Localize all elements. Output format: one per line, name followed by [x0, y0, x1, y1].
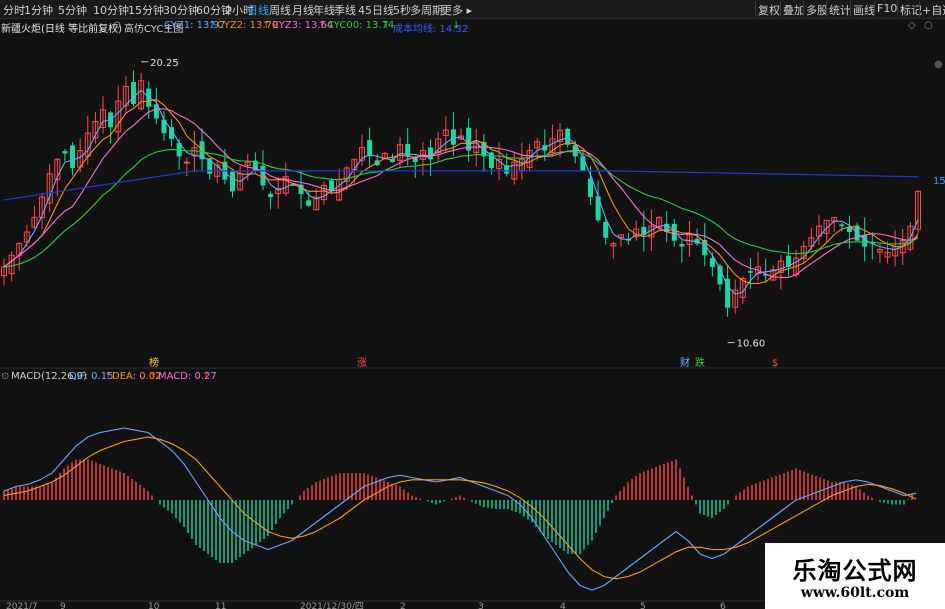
period-1[interactable]: 1分钟: [24, 2, 53, 18]
toolbar-divider: [919, 1, 920, 17]
low-price-label: 10.60: [737, 339, 766, 350]
candle-body: [62, 151, 68, 154]
period-10[interactable]: 月线: [292, 2, 314, 18]
period-16[interactable]: 更多 ▸: [441, 2, 472, 18]
site-watermark: 乐淘公式网 www.60lt.com: [765, 543, 945, 609]
x-tick-label: 5: [640, 602, 646, 609]
period-4[interactable]: 15分钟: [128, 2, 164, 18]
scale-marker: ●: [934, 59, 943, 70]
candle-body: [747, 271, 753, 273]
high-price-label: 20.25: [150, 58, 179, 69]
x-tick-label: 11: [215, 602, 226, 609]
watermark-logo-text: 乐淘公式网: [792, 556, 918, 585]
toolbar-1[interactable]: 叠加: [783, 2, 805, 18]
period-12[interactable]: 季线: [334, 2, 356, 18]
arrow-down-icon: ↓: [452, 20, 461, 31]
event-marker: 榜: [149, 356, 159, 369]
toolbar-divider: [874, 1, 875, 17]
period-8[interactable]: 日线: [247, 2, 269, 18]
toolbar-divider: [826, 1, 827, 17]
toolbar-7[interactable]: +自选: [922, 2, 945, 18]
collapse-icon[interactable]: ◇: [908, 20, 916, 31]
macd-indicator-bar: ⊙ MACD(12,26,9) DIF: 0.15 ↑ DEA: 0.02 ↑ …: [0, 370, 300, 384]
period-toolbar: 分时 1分钟 5分钟 10分钟 15分钟 30分钟 60分钟 2小时 日线 周线 月线 年线 季线 45日…: [0, 0, 945, 19]
price-axis-label: 15: [933, 176, 945, 187]
stock-name[interactable]: 新疆火炬(日线 等比前复权): [1, 20, 122, 35]
x-tick-label: 4: [560, 602, 566, 609]
watermark-url: www.60lt.com: [800, 585, 910, 601]
arrow-up-icon: ↑: [208, 20, 217, 31]
period-2[interactable]: 5分钟: [58, 2, 87, 18]
cycoo-line: [3, 148, 919, 268]
x-tick-label: 9: [60, 602, 66, 609]
toolbar-5[interactable]: F10: [877, 2, 897, 15]
toolbar-divider: [755, 1, 756, 17]
candle-body: [603, 222, 609, 238]
arrow-up-icon: ↑: [202, 371, 211, 382]
arrow-up-icon: ↑: [262, 20, 271, 31]
candle-body: [679, 243, 685, 247]
toolbar-divider: [897, 1, 898, 17]
toolbar-0[interactable]: 复权: [758, 2, 780, 18]
period-5[interactable]: 30分钟: [163, 2, 199, 18]
toolbar-4[interactable]: 画线: [853, 2, 875, 18]
period-0[interactable]: 分时: [3, 2, 25, 18]
x-tick-label: 6: [720, 602, 726, 609]
period-9[interactable]: 周线: [269, 2, 291, 18]
candle-body: [450, 129, 456, 145]
x-tick-label: 2021/7: [6, 602, 38, 609]
candle-body: [587, 178, 593, 198]
arrow-up-icon: ↑: [149, 371, 158, 382]
event-marker: 财: [680, 356, 690, 369]
candle-body: [839, 224, 845, 227]
chart-canvas[interactable]: 20.25 10.60 榜 涨 财跌 $2021/7 9 10 11 2021/12/30/四 2 3…: [0, 0, 945, 609]
x-tick-label: 2: [400, 602, 406, 609]
candle-body: [230, 171, 235, 192]
candle-body: [183, 161, 190, 164]
toolbar-3[interactable]: 统计: [829, 2, 851, 18]
x-tick-label: 3: [478, 602, 484, 609]
toolbar-2[interactable]: 多股: [806, 2, 828, 18]
settings-icon[interactable]: ⊙: [1, 371, 9, 382]
period-14[interactable]: 5秒: [393, 2, 411, 18]
arrow-up-icon: ↑: [318, 20, 327, 31]
arrow-up-icon: ↑: [382, 20, 391, 31]
candle-body: [268, 193, 274, 198]
toolbar-divider: [803, 1, 804, 17]
period-13[interactable]: 45日线: [358, 2, 394, 18]
event-marker: 跌: [695, 356, 705, 369]
toolbar-divider: [850, 1, 851, 17]
main-indicator-bar: 新疆火炬(日线 等比前复权) ⊙ 高仿CYC主图 CYZ1: 13.97 ↑ C…: [0, 19, 945, 35]
settings-icon[interactable]: ⊙: [113, 20, 121, 31]
x-tick-label: 10: [148, 602, 160, 609]
event-marker: 涨: [357, 357, 367, 369]
candle-body: [70, 145, 76, 168]
cost-line: [3, 170, 919, 201]
candle-body: [130, 82, 136, 104]
x-tick-label: 2021/12/30/四: [300, 602, 364, 609]
event-marker: $: [772, 358, 778, 369]
period-15[interactable]: 多周期: [410, 2, 443, 18]
candle-body: [846, 227, 852, 232]
expand-icon[interactable]: ○: [924, 20, 933, 31]
candle-body: [306, 200, 312, 206]
period-11[interactable]: 年线: [313, 2, 335, 18]
toolbar-divider: [780, 1, 781, 17]
period-3[interactable]: 10分钟: [93, 2, 129, 18]
